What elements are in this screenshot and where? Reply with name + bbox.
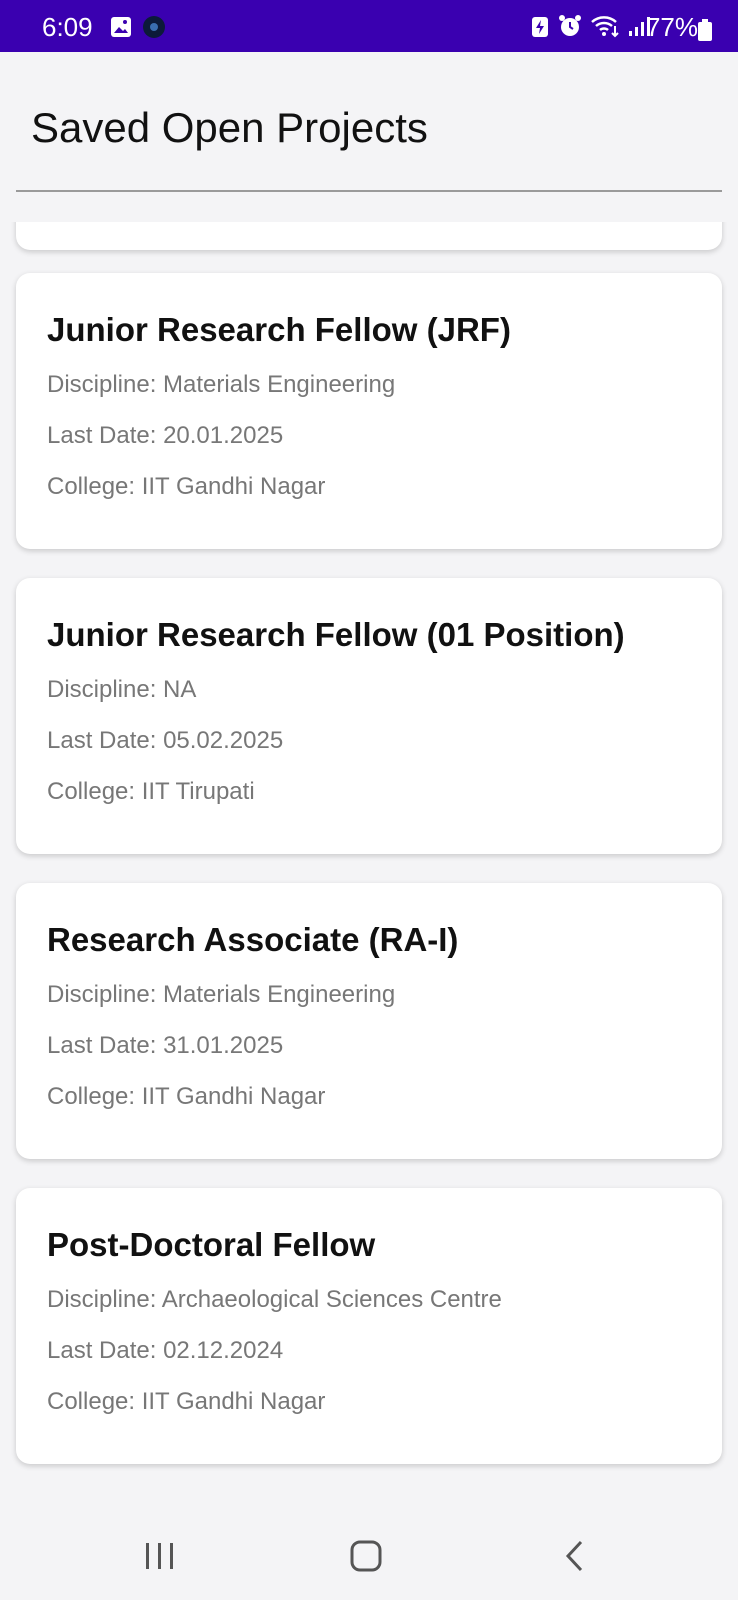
project-title: Junior Research Fellow (JRF) bbox=[47, 311, 511, 348]
projects-list[interactable]: Junior Research Fellow (JRF) Discipline:… bbox=[0, 222, 738, 1508]
wifi-icon bbox=[590, 14, 620, 43]
project-college: College: IIT Tirupati bbox=[47, 778, 255, 805]
project-card[interactable]: Junior Research Fellow (JRF) Discipline:… bbox=[16, 273, 722, 549]
project-title: Research Associate (RA-I) bbox=[47, 921, 459, 958]
back-button[interactable] bbox=[544, 1534, 604, 1578]
status-time: 6:09 bbox=[42, 12, 93, 42]
project-last-date: Last Date: 05.02.2025 bbox=[47, 727, 284, 754]
navigation-bar bbox=[0, 1508, 738, 1600]
project-card[interactable] bbox=[16, 222, 722, 250]
project-college: College: IIT Gandhi Nagar bbox=[47, 1388, 326, 1415]
project-college: College: IIT Gandhi Nagar bbox=[47, 473, 326, 500]
project-discipline: Discipline: Materials Engineering bbox=[47, 371, 396, 398]
battery-saver-icon bbox=[530, 14, 550, 43]
project-last-date: Last Date: 31.01.2025 bbox=[47, 1032, 284, 1059]
project-card[interactable]: Research Associate (RA-I) Discipline: Ma… bbox=[16, 883, 722, 1159]
page-title: Saved Open Projects bbox=[31, 104, 428, 151]
project-title: Post-Doctoral Fellow bbox=[47, 1226, 376, 1263]
home-button[interactable] bbox=[336, 1534, 396, 1578]
project-discipline: Discipline: NA bbox=[47, 676, 197, 703]
status-bar: 6:09 77% bbox=[0, 0, 738, 52]
alarm-icon bbox=[558, 14, 582, 43]
project-last-date: Last Date: 02.12.2024 bbox=[47, 1337, 284, 1364]
project-discipline: Discipline: Materials Engineering bbox=[47, 981, 396, 1008]
recent-apps-button[interactable] bbox=[130, 1534, 190, 1578]
project-discipline: Discipline: Archaeological Sciences Cent… bbox=[47, 1286, 502, 1313]
project-card[interactable]: Post-Doctoral Fellow Discipline: Archaeo… bbox=[16, 1188, 722, 1464]
project-title: Junior Research Fellow (01 Position) bbox=[47, 616, 625, 653]
app-header: Saved Open Projects bbox=[0, 52, 738, 192]
project-last-date: Last Date: 20.01.2025 bbox=[47, 422, 284, 449]
home-icon bbox=[350, 1540, 382, 1572]
project-card[interactable]: Junior Research Fellow (01 Position) Dis… bbox=[16, 578, 722, 854]
battery-icon bbox=[698, 19, 712, 46]
app-notification-icon bbox=[142, 15, 166, 44]
recent-apps-icon bbox=[146, 1543, 173, 1569]
project-college: College: IIT Gandhi Nagar bbox=[47, 1083, 326, 1110]
back-icon bbox=[565, 1540, 583, 1572]
image-icon bbox=[110, 16, 132, 43]
header-divider bbox=[16, 190, 722, 192]
battery-percentage: 77% bbox=[645, 12, 698, 42]
